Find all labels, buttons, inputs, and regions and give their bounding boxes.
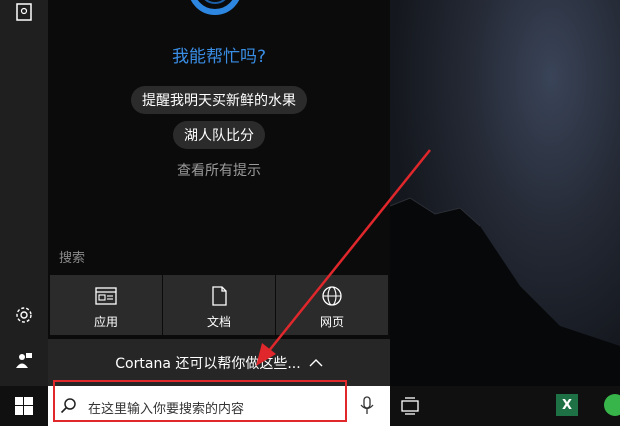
annotation-arrow — [256, 149, 431, 366]
